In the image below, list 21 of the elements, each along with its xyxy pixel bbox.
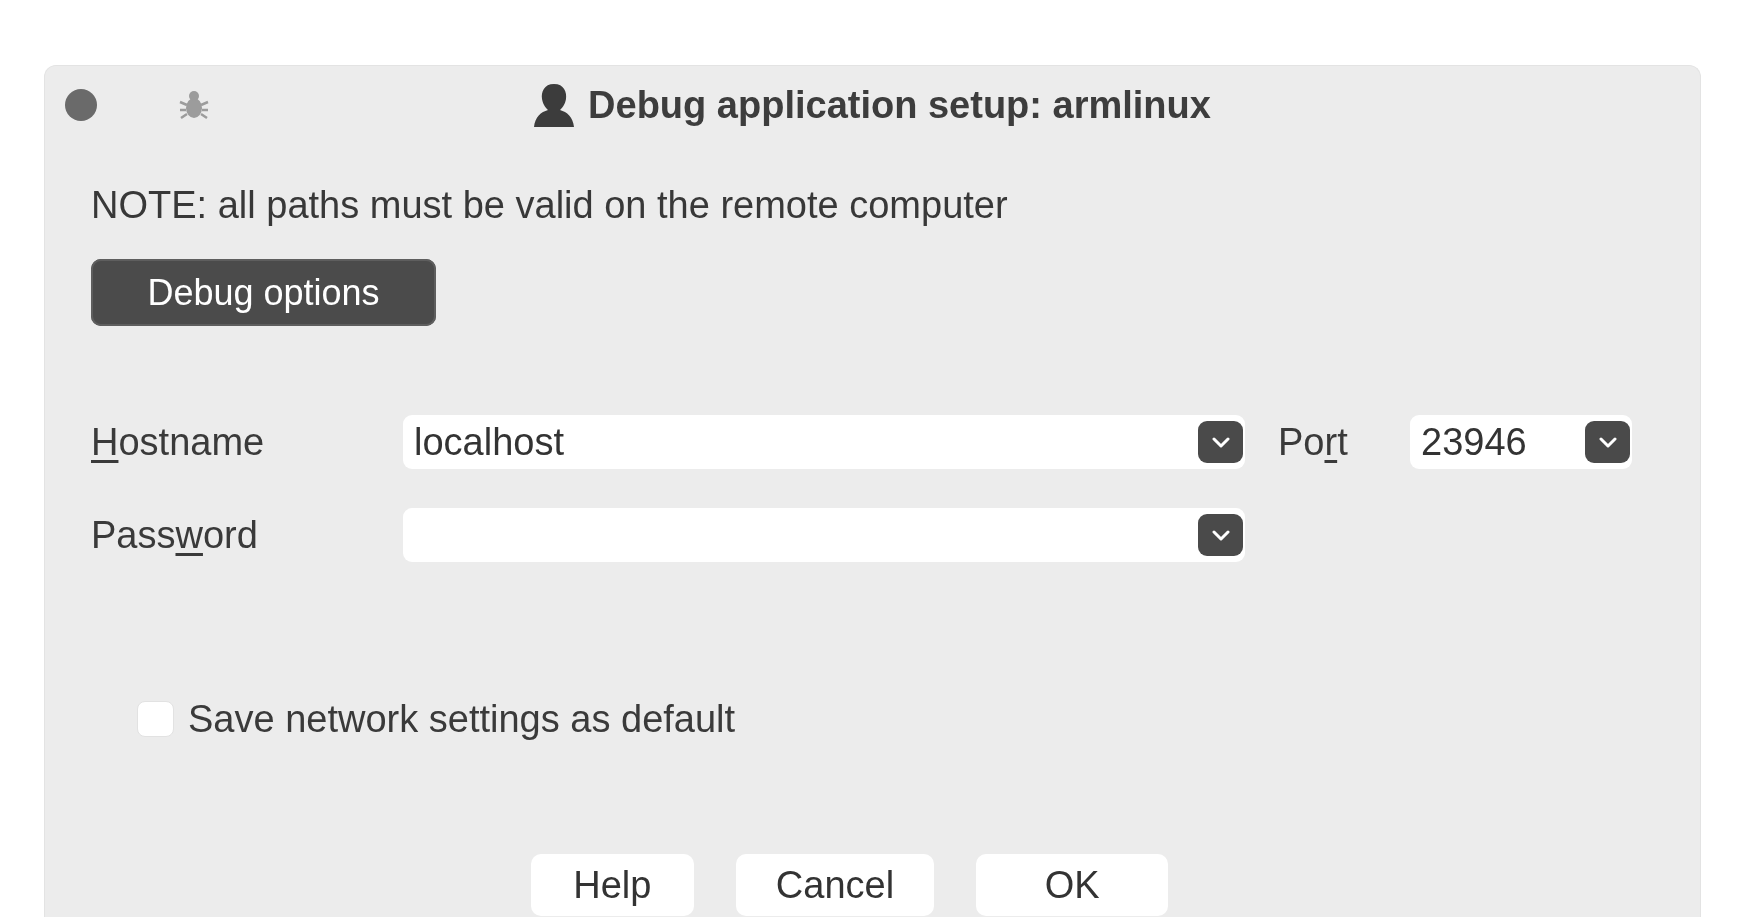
dialog-button[interactable]: OK (976, 854, 1169, 916)
dropdown-button[interactable] (1585, 421, 1630, 463)
note-text: NOTE: all paths must be valid on the remote computer (91, 183, 1008, 227)
dropdown-button[interactable] (1198, 421, 1243, 463)
hostname-label: Hostname (91, 420, 265, 464)
checkbox[interactable] (137, 701, 174, 737)
dialog-button[interactable]: Cancel (735, 854, 935, 916)
debug-options-button[interactable]: Debug options (91, 259, 436, 326)
hostname-field[interactable]: localhost (403, 415, 1245, 469)
checkbox-label: Save network settings as default (188, 697, 736, 741)
dialog-button[interactable]: Help (530, 854, 694, 916)
password-field[interactable] (403, 508, 1245, 562)
dropdown-button[interactable] (1198, 514, 1243, 556)
window-title: Debug application setup: armlinux (588, 83, 1211, 127)
password-label: Password (91, 513, 258, 557)
silhouette-icon (534, 83, 575, 127)
chevron-down-icon (1598, 436, 1617, 448)
close-icon[interactable] (65, 89, 97, 121)
port-label: Port (1278, 420, 1348, 464)
chevron-down-icon (1211, 529, 1230, 541)
chevron-down-icon (1211, 436, 1230, 448)
